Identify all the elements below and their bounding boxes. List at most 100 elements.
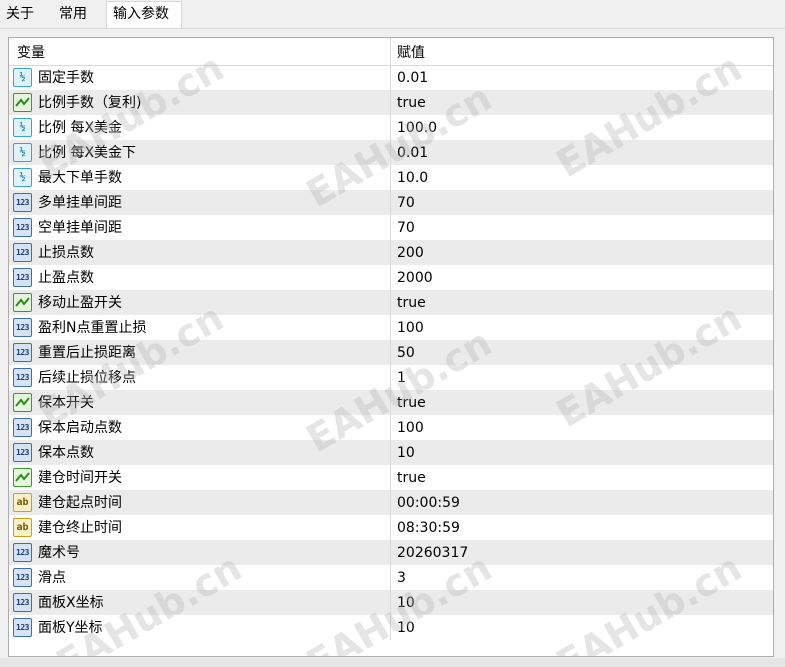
table-row[interactable]: 123 盈利N点重置止损 100 [9,315,773,340]
variable-value[interactable]: 10.0 [397,166,428,190]
variable-value[interactable]: 00:00:59 [397,491,460,515]
variable-value[interactable]: true [397,291,426,315]
header-value[interactable]: 赋值 [397,41,425,65]
table-row[interactable]: 123 保本启动点数 100 [9,415,773,440]
variable-cell[interactable]: 123 重置后止损距离 [9,340,391,365]
variable-value[interactable]: 100.0 [397,116,437,140]
variable-cell[interactable]: ab 建仓终止时间 [9,515,391,540]
table-row[interactable]: ab 建仓终止时间 08:30:59 [9,515,773,540]
header-variable-cell[interactable]: 变量 [9,38,391,65]
variable-cell[interactable]: 123 保本启动点数 [9,415,391,440]
table-row[interactable]: 123 后续止损位移点 1 [9,365,773,390]
variable-value[interactable]: 0.01 [397,66,428,90]
variable-value[interactable]: 100 [397,316,424,340]
variable-cell[interactable]: 123 盈利N点重置止损 [9,315,391,340]
table-row[interactable]: ½ 比例 每X美金 100.0 [9,115,773,140]
variable-value[interactable]: 200 [397,241,424,265]
variable-value[interactable]: 08:30:59 [397,516,460,540]
table-row[interactable]: 123 滑点 3 [9,565,773,590]
variable-cell[interactable]: 建仓时间开关 [9,465,391,490]
variable-cell[interactable]: 123 面板X坐标 [9,590,391,615]
int-icon: 123 [13,318,32,337]
variable-cell[interactable]: 123 魔术号 [9,540,391,565]
double-icon: ½ [13,118,32,137]
variable-cell[interactable]: 123 保本点数 [9,440,391,465]
variable-value[interactable]: 70 [397,216,415,240]
table-row[interactable]: 123 面板Y坐标 10 [9,615,773,640]
variable-value[interactable]: 20260317 [397,541,468,565]
int-icon: 123 [13,443,32,462]
variable-cell[interactable]: 123 多单挂单间距 [9,190,391,215]
variable-value[interactable]: true [397,391,426,415]
variable-cell[interactable]: ½ 固定手数 [9,65,391,90]
table-row[interactable]: 保本开关 true [9,390,773,415]
inputs-table: 变量 赋值 ½ 固定手数 0.01 比例手数（复利) true ½ 比例 每X美金 100.0… [8,37,774,657]
variable-name: 最大下单手数 [38,170,122,186]
variable-value[interactable]: 100 [397,416,424,440]
table-row[interactable]: ab 建仓起点时间 00:00:59 [9,490,773,515]
variable-name: 止盈点数 [38,270,94,286]
variable-name: 多单挂单间距 [38,195,122,211]
variable-name: 空单挂单间距 [38,220,122,236]
table-row[interactable]: 123 重置后止损距离 50 [9,340,773,365]
table-row[interactable]: 123 空单挂单间距 70 [9,215,773,240]
variable-value[interactable]: 50 [397,341,415,365]
int-icon: 123 [13,193,32,212]
string-icon: ab [13,518,32,537]
double-icon: ½ [13,143,32,162]
variable-value[interactable]: 2000 [397,266,433,290]
variable-cell[interactable]: 123 后续止损位移点 [9,365,391,390]
string-icon: ab [13,493,32,512]
bool-icon [13,393,32,412]
tab-common[interactable]: 常用 [53,2,105,28]
variable-cell[interactable]: 123 空单挂单间距 [9,215,391,240]
variable-cell[interactable]: ½ 比例 每X美金下 [9,140,391,165]
variable-cell[interactable]: 123 止损点数 [9,240,391,265]
variable-cell[interactable]: 123 滑点 [9,565,391,590]
variable-cell[interactable]: 保本开关 [9,390,391,415]
variable-cell[interactable]: 123 面板Y坐标 [9,615,391,640]
variable-value[interactable]: 3 [397,566,406,590]
variable-cell[interactable]: ab 建仓起点时间 [9,490,391,515]
double-icon: ½ [13,68,32,87]
int-icon: 123 [13,218,32,237]
table-row[interactable]: 123 保本点数 10 [9,440,773,465]
variable-value[interactable]: 0.01 [397,141,428,165]
variable-value[interactable]: 10 [397,441,415,465]
variable-value[interactable]: 1 [397,366,406,390]
table-row[interactable]: 123 多单挂单间距 70 [9,190,773,215]
variable-name: 移动止盈开关 [38,295,122,311]
variable-name: 盈利N点重置止损 [38,320,147,336]
variable-name: 比例 每X美金 [38,120,123,136]
int-icon: 123 [13,568,32,587]
variable-cell[interactable]: 123 止盈点数 [9,265,391,290]
table-row[interactable]: 123 魔术号 20260317 [9,540,773,565]
variable-name: 建仓起点时间 [38,495,122,511]
variable-cell[interactable]: 比例手数（复利) [9,90,391,115]
table-row[interactable]: 123 面板X坐标 10 [9,590,773,615]
table-row[interactable]: ½ 固定手数 0.01 [9,65,773,90]
table-row[interactable]: 123 止盈点数 2000 [9,265,773,290]
variable-name: 止损点数 [38,245,94,261]
variable-value[interactable]: 10 [397,616,415,640]
variable-value[interactable]: 10 [397,591,415,615]
tab-inputs[interactable]: 输入参数 [106,1,182,28]
int-icon: 123 [13,268,32,287]
tab-about[interactable]: 关于 [0,2,50,28]
table-row[interactable]: 123 止损点数 200 [9,240,773,265]
table-row[interactable]: 比例手数（复利) true [9,90,773,115]
variable-value[interactable]: 70 [397,191,415,215]
table-row[interactable]: ½ 比例 每X美金下 0.01 [9,140,773,165]
variable-name: 滑点 [38,570,66,586]
variable-cell[interactable]: ½ 比例 每X美金 [9,115,391,140]
int-icon: 123 [13,418,32,437]
variable-value[interactable]: true [397,91,426,115]
table-row[interactable]: 移动止盈开关 true [9,290,773,315]
table-row[interactable]: 建仓时间开关 true [9,465,773,490]
variable-cell[interactable]: 移动止盈开关 [9,290,391,315]
table-row[interactable]: ½ 最大下单手数 10.0 [9,165,773,190]
variable-cell[interactable]: ½ 最大下单手数 [9,165,391,190]
variable-name: 比例手数（复利) [38,95,142,111]
variable-name: 保本开关 [38,395,94,411]
variable-value[interactable]: true [397,466,426,490]
